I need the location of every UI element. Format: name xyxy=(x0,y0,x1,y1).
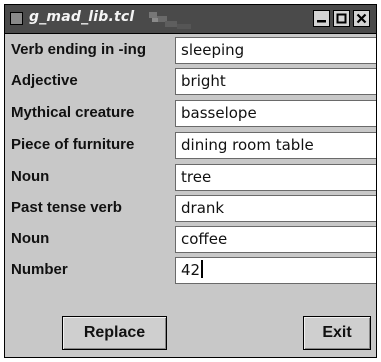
form-row-number: Number 42 xyxy=(5,256,376,285)
adjective-input[interactable]: bright xyxy=(175,68,376,95)
window-menu-button[interactable] xyxy=(10,12,23,25)
noun-input-1[interactable]: tree xyxy=(175,164,376,191)
form-row-furniture: Piece of furniture dining room table xyxy=(5,131,376,160)
form-row-verb-ing: Verb ending in -ing sleeping xyxy=(5,36,376,65)
form-row-mythical-creature: Mythical creature basselope xyxy=(5,99,376,128)
noun-input-2[interactable]: coffee xyxy=(175,226,376,253)
field-label: Past tense verb xyxy=(11,199,122,216)
tk-feather-icon xyxy=(149,12,191,29)
exit-button[interactable]: Exit xyxy=(303,316,371,350)
form-row-noun-2: Noun coffee xyxy=(5,225,376,254)
furniture-input[interactable]: dining room table xyxy=(175,132,376,159)
title-bar[interactable]: g_mad_lib.tcl xyxy=(5,5,376,34)
field-label: Piece of furniture xyxy=(11,136,135,153)
minimize-icon xyxy=(317,20,326,23)
past-tense-verb-input[interactable]: drank xyxy=(175,195,376,222)
number-value: 42 xyxy=(181,261,201,279)
close-button[interactable] xyxy=(353,10,370,27)
field-label: Mythical creature xyxy=(11,104,135,121)
maximize-button[interactable] xyxy=(333,10,350,27)
mythical-creature-input[interactable]: basselope xyxy=(175,100,376,127)
field-label: Noun xyxy=(11,168,50,185)
number-input[interactable]: 42 xyxy=(175,257,376,284)
minimize-button[interactable] xyxy=(313,10,330,27)
field-label: Verb ending in -ing xyxy=(11,41,146,58)
field-label: Adjective xyxy=(11,72,78,89)
form-row-past-tense-verb: Past tense verb drank xyxy=(5,194,376,223)
maximize-icon xyxy=(336,13,347,24)
verb-ing-input[interactable]: sleeping xyxy=(175,37,376,64)
form-row-adjective: Adjective bright xyxy=(5,67,376,96)
window-title: g_mad_lib.tcl xyxy=(29,9,135,25)
close-icon xyxy=(356,13,367,24)
replace-button[interactable]: Replace xyxy=(62,316,167,350)
field-label: Noun xyxy=(11,230,50,247)
app-window: g_mad_lib.tcl Verb ending in -ing sleepi… xyxy=(4,4,377,358)
form-row-noun-1: Noun tree xyxy=(5,163,376,192)
window-controls xyxy=(313,10,370,27)
text-caret xyxy=(201,260,203,278)
field-label: Number xyxy=(11,261,68,278)
